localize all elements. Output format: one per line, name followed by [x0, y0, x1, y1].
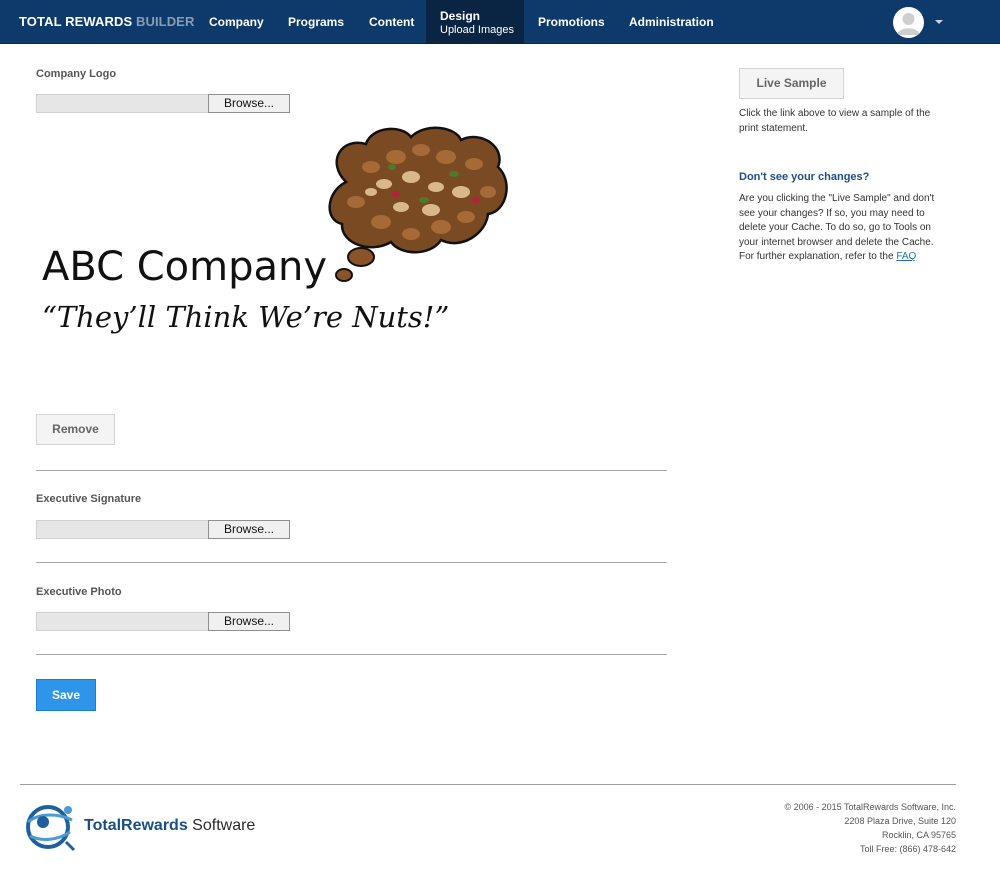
- footer-address-line2: Rocklin, CA 95765: [881, 830, 956, 840]
- section-divider: [36, 470, 667, 471]
- remove-logo-button[interactable]: Remove: [36, 414, 115, 445]
- footer-phone: Toll Free: (866) 478-642: [859, 844, 956, 854]
- nav-item-administration[interactable]: Administration: [629, 0, 714, 44]
- footer-brand-name: TotalRewards: [84, 817, 188, 834]
- nav-item-sublabel: Upload Images: [440, 23, 514, 36]
- nav-item-design[interactable]: Design Upload Images: [426, 0, 524, 44]
- executive-photo-file-input[interactable]: Browse...: [36, 612, 290, 631]
- file-path-field[interactable]: [36, 612, 208, 631]
- footer-divider: [20, 784, 956, 785]
- nav-item-company[interactable]: Company: [209, 0, 264, 44]
- user-avatar-icon[interactable]: [893, 7, 924, 38]
- footer-address-line1: 2208 Plaza Drive, Suite 120: [844, 816, 956, 826]
- footer-brand: TotalRewards Software: [84, 817, 255, 835]
- nav-item-label: Design: [440, 8, 481, 23]
- changes-heading: Don't see your changes?: [739, 171, 870, 183]
- browse-button[interactable]: Browse...: [208, 520, 290, 539]
- nav-item-content[interactable]: Content: [369, 0, 414, 44]
- section-divider: [36, 654, 667, 655]
- nav-item-label: Administration: [629, 15, 714, 29]
- browse-button[interactable]: Browse...: [208, 612, 290, 631]
- nav-item-label: Promotions: [538, 15, 605, 29]
- executive-signature-file-input[interactable]: Browse...: [36, 520, 290, 539]
- logo-company-name: ABC Company: [42, 244, 327, 290]
- brand-sub: BUILDER: [132, 14, 195, 29]
- cache-help-text: Are you clicking the "Live Sample" and d…: [739, 192, 944, 265]
- nav-item-label: Programs: [288, 15, 345, 29]
- logo-tagline: “They’ll Think We’re Nuts!”: [42, 300, 449, 334]
- company-logo-preview: ABC Company “They’ll Think We’re Nuts!”: [36, 122, 516, 352]
- thought-bubble-image: [328, 126, 508, 282]
- nav-item-programs[interactable]: Programs: [288, 0, 344, 44]
- live-sample-help-text: Click the link above to view a sample of…: [739, 108, 931, 134]
- executive-photo-label: Executive Photo: [36, 586, 122, 598]
- app-brand[interactable]: TOTAL REWARDS BUILDER: [19, 14, 194, 29]
- top-nav: TOTAL REWARDS BUILDER Company Programs C…: [0, 0, 1000, 44]
- company-logo-label: Company Logo: [36, 68, 117, 80]
- section-divider: [36, 562, 667, 563]
- caret-down-icon[interactable]: [935, 20, 943, 24]
- faq-link[interactable]: FAQ: [896, 251, 916, 262]
- nav-item-promotions[interactable]: Promotions: [538, 0, 605, 44]
- executive-signature-label: Executive Signature: [36, 493, 142, 505]
- footer-contact: © 2006 - 2015 TotalRewards Software, Inc…: [784, 800, 956, 856]
- brand-main: TOTAL REWARDS: [19, 14, 133, 29]
- file-path-field[interactable]: [36, 520, 208, 539]
- nav-item-label: Company: [209, 15, 264, 29]
- save-button[interactable]: Save: [36, 679, 96, 711]
- nav-item-label: Content: [369, 15, 415, 29]
- browse-button[interactable]: Browse...: [208, 94, 290, 113]
- company-logo-file-input[interactable]: Browse...: [36, 94, 290, 113]
- footer-brand-suffix: Software: [187, 817, 256, 834]
- live-sample-button[interactable]: Live Sample: [739, 68, 844, 99]
- globe-logo-icon: [26, 805, 76, 852]
- footer-copyright: © 2006 - 2015 TotalRewards Software, Inc…: [784, 802, 956, 812]
- file-path-field[interactable]: [36, 94, 208, 113]
